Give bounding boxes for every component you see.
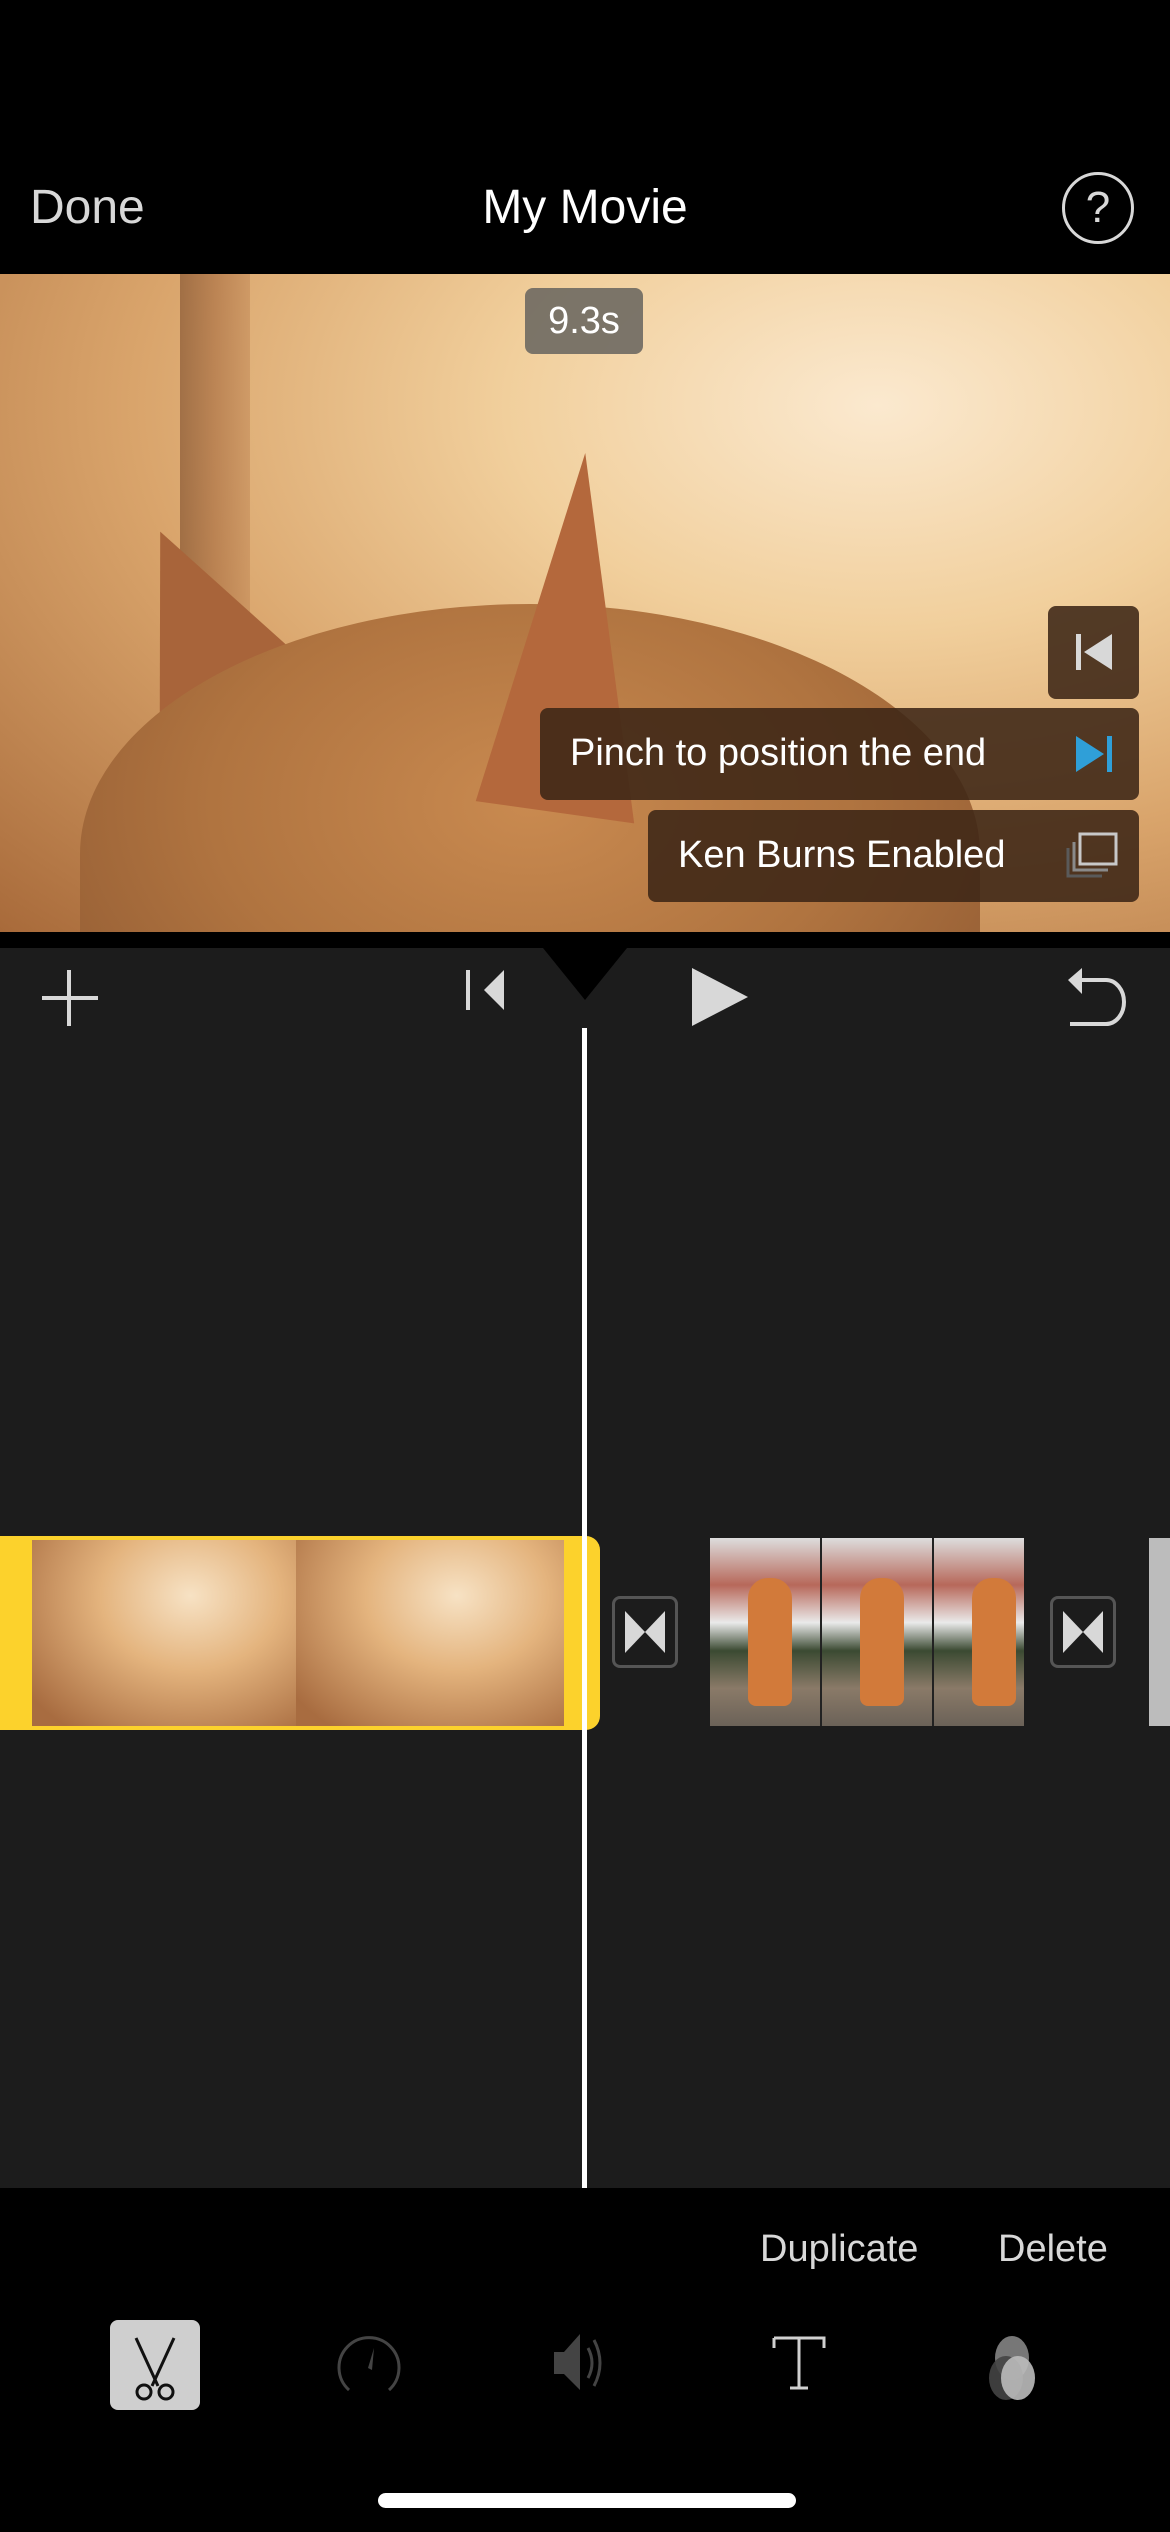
ken-burns-stack-icon [1066, 832, 1118, 878]
scissors-icon [134, 2337, 176, 2401]
clip[interactable] [1149, 1538, 1170, 1726]
divider [0, 932, 1170, 948]
delete-button[interactable]: Delete [998, 2228, 1108, 2271]
transition-icon [1063, 1611, 1103, 1653]
skip-back-icon[interactable] [464, 968, 508, 1012]
clip-thumbnail [296, 1540, 564, 1726]
tool-filters[interactable] [968, 2318, 1058, 2408]
position-start-button[interactable] [1048, 606, 1139, 699]
cat-figure [860, 1578, 904, 1706]
duplicate-button[interactable]: Duplicate [760, 2228, 918, 2271]
clip-thumbnail [32, 1540, 296, 1726]
transition-icon [625, 1611, 665, 1653]
undo-icon[interactable] [1066, 966, 1130, 1028]
pinch-to-position-end-button[interactable]: Pinch to position the end [540, 708, 1139, 800]
home-indicator[interactable] [378, 2493, 796, 2508]
help-icon: ? [1085, 183, 1111, 232]
clip[interactable] [710, 1538, 1024, 1726]
help-button[interactable]: ? [1062, 172, 1134, 244]
page-title: My Movie [482, 181, 688, 234]
speed-icon [337, 2336, 401, 2392]
playhead-notch [543, 948, 627, 1000]
transition-button[interactable] [612, 1596, 678, 1668]
transition-button[interactable] [1050, 1596, 1116, 1668]
ken-burns-label: Ken Burns Enabled [678, 834, 1006, 876]
tool-scissors[interactable] [110, 2320, 200, 2410]
tool-volume[interactable] [540, 2318, 630, 2408]
cat-figure [748, 1578, 792, 1706]
title-text-icon [772, 2336, 826, 2390]
tool-speed[interactable] [324, 2318, 414, 2408]
selected-clip[interactable] [0, 1536, 600, 1730]
plus-icon[interactable] [40, 968, 100, 1028]
duration-badge: 9.3s [525, 288, 643, 354]
play-icon[interactable] [690, 966, 750, 1028]
cat-figure [972, 1578, 1016, 1706]
filters-icon [989, 2336, 1035, 2400]
volume-icon [554, 2334, 602, 2390]
tool-titles[interactable] [754, 2318, 844, 2408]
skip-to-end-icon [1076, 736, 1112, 772]
ken-burns-toggle[interactable]: Ken Burns Enabled [648, 810, 1139, 902]
pinch-label: Pinch to position the end [570, 732, 987, 774]
nav-bar: Done My Movie ? [0, 0, 1170, 274]
playhead[interactable] [582, 1028, 587, 2188]
skip-to-start-icon [1076, 634, 1112, 670]
